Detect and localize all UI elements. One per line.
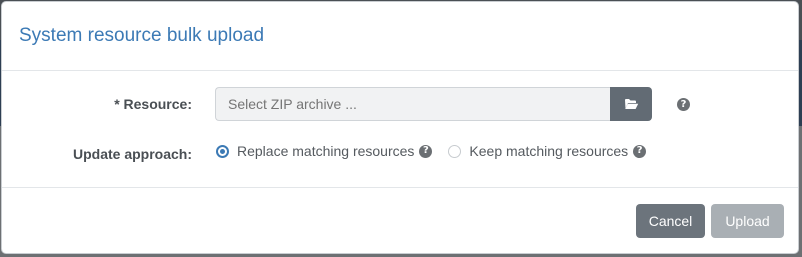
- bulk-upload-dialog: System resource bulk upload * Resource: …: [1, 1, 799, 254]
- option-keep-matching[interactable]: Keep matching resources ?: [448, 143, 647, 159]
- option-replace-label: Replace matching resources: [237, 143, 415, 159]
- replace-help-icon[interactable]: ?: [419, 144, 433, 158]
- option-replace-matching[interactable]: Replace matching resources ?: [216, 143, 433, 159]
- resource-label: * Resource:: [114, 96, 192, 112]
- update-approach-label: Update approach:: [72, 146, 192, 162]
- radio-replace-matching[interactable]: [216, 144, 229, 158]
- dialog-header: System resource bulk upload: [2, 2, 798, 71]
- resource-file-input[interactable]: [215, 87, 610, 121]
- keep-help-icon[interactable]: ?: [633, 144, 647, 158]
- radio-keep-matching[interactable]: [448, 144, 462, 158]
- dialog-title: System resource bulk upload: [19, 25, 265, 46]
- dialog-body: * Resource: ? Update approach: Replace m…: [2, 71, 798, 188]
- option-keep-label: Keep matching resources: [469, 143, 629, 159]
- resource-file-picker: [215, 87, 652, 121]
- update-approach-radio-group: Replace matching resources ? Keep matchi…: [216, 143, 647, 159]
- cancel-button[interactable]: Cancel: [636, 204, 705, 238]
- resource-help-icon[interactable]: ?: [677, 98, 690, 111]
- browse-file-button[interactable]: [610, 87, 652, 121]
- upload-button[interactable]: Upload: [711, 204, 784, 238]
- folder-open-icon: [624, 99, 638, 109]
